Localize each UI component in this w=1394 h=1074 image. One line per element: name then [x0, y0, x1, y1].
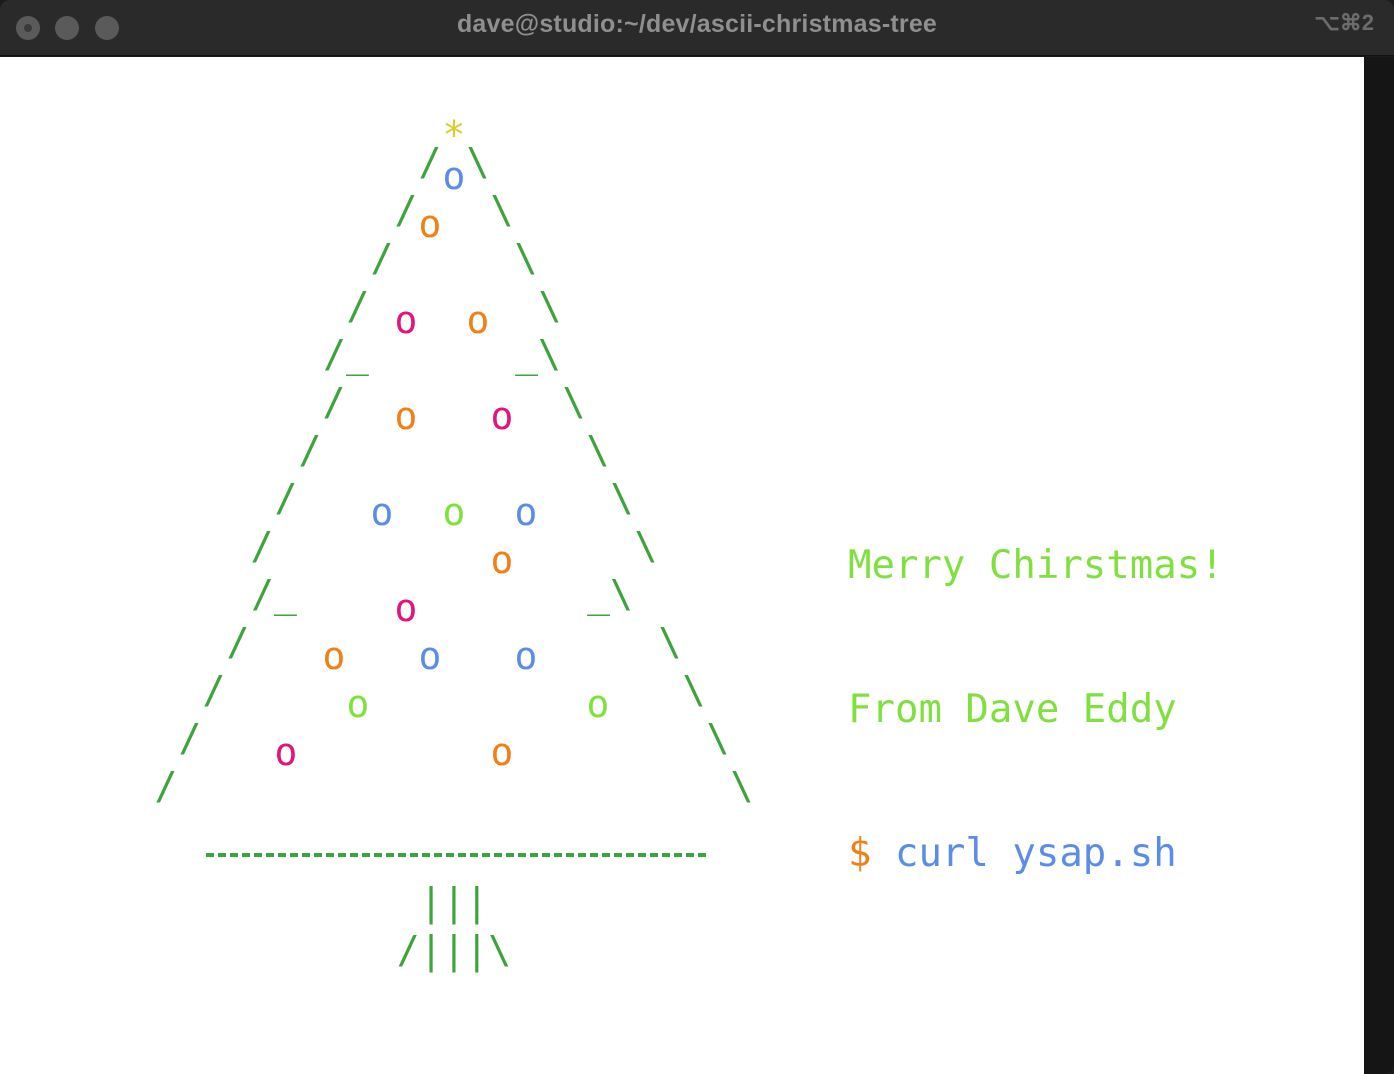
tree-right-edge: _\	[587, 572, 633, 616]
tree-ornament: o	[490, 730, 514, 774]
tree-right-edge: \	[562, 380, 586, 424]
tree-ornament: o	[490, 394, 514, 438]
greeting-line-2: From Dave Eddy	[848, 687, 1177, 732]
tree-left-edge: /	[298, 428, 322, 472]
tree-ornament: o	[394, 298, 418, 342]
shell-prompt: $	[848, 831, 872, 876]
tree-ornament: o	[490, 538, 514, 582]
tree-ornament: o	[274, 730, 298, 774]
tree-ornament: o	[442, 154, 466, 198]
tree-right-edge: \	[634, 524, 658, 568]
tree-right-edge: \	[586, 428, 610, 472]
tree-ornament: o	[514, 634, 538, 678]
tree-right-edge: \	[682, 668, 706, 712]
tree-left-edge: /	[154, 764, 178, 808]
greeting-message: Merry Chirstmas! From Dave Eddy $ curl y…	[848, 446, 1224, 926]
tree-right-edge: \	[610, 476, 634, 520]
window-title: dave@studio:~/dev/ascii-christmas-tree	[456, 10, 938, 38]
tree-trunk-top: |||	[419, 880, 489, 924]
tree-right-edge: \	[730, 764, 754, 808]
tree-ornament: o	[394, 394, 418, 438]
scrollbar[interactable]	[1364, 57, 1394, 1074]
tree-left-edge: /	[322, 380, 346, 424]
tree-ornament: o	[418, 202, 442, 246]
tree-right-edge: \	[658, 620, 682, 664]
tree-right-edge: \	[514, 236, 538, 280]
tree-ornament: o	[418, 634, 442, 678]
tree-left-edge: /_	[251, 572, 297, 616]
tree-right-edge: _\	[515, 332, 561, 376]
tree-star: *	[442, 113, 466, 157]
window-shortcut: ⌥⌘2	[1314, 10, 1374, 35]
shell-command: curl ysap.sh	[871, 831, 1177, 876]
tree-left-edge: /	[274, 476, 298, 520]
tree-trunk-bottom: /|||\	[396, 928, 512, 972]
tree-left-edge: /	[418, 140, 442, 184]
tree-left-edge: /	[346, 284, 370, 328]
tree-left-edge: /	[226, 620, 250, 664]
tree-ornament: o	[322, 634, 346, 678]
tree-left-edge: /	[178, 716, 202, 760]
tree-ornament: o	[394, 586, 418, 630]
tree-left-edge: /_	[323, 332, 369, 376]
tree-ground-line	[206, 853, 706, 857]
tree-ornament: o	[514, 490, 538, 534]
tree-ornament: o	[442, 490, 466, 534]
tree-left-edge: /	[202, 668, 226, 712]
tree-ornament: o	[586, 682, 610, 726]
tree-ornament: o	[466, 298, 490, 342]
tree-left-edge: /	[370, 236, 394, 280]
tree-right-edge: \	[466, 140, 490, 184]
greeting-line-1: Merry Chirstmas!	[848, 543, 1224, 588]
tree-left-edge: /	[250, 524, 274, 568]
tree-ornament: o	[370, 490, 394, 534]
tree-left-edge: /	[394, 188, 418, 232]
tree-right-edge: \	[538, 284, 562, 328]
tree-right-edge: \	[490, 188, 514, 232]
tree-right-edge: \	[706, 716, 730, 760]
window-titlebar: dave@studio:~/dev/ascii-christmas-tree ⌥…	[0, 0, 1394, 56]
tree-ornament: o	[346, 682, 370, 726]
